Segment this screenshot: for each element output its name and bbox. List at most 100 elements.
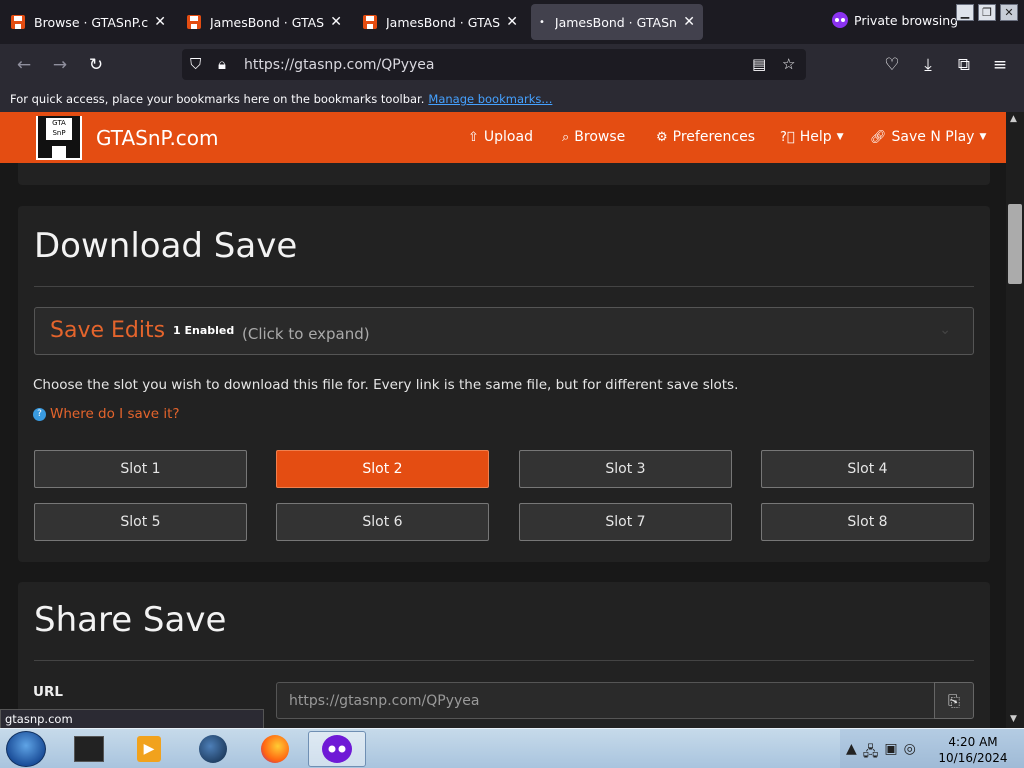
scroll-down-icon[interactable]: ▼: [1010, 714, 1017, 724]
download-save-card: Download Save Save Edits 1 Enabled (Clic…: [18, 206, 990, 562]
shield-icon[interactable]: ⛉: [190, 55, 201, 73]
tab-jamesbond-1[interactable]: JamesBond · GTASnP.c ✕: [178, 4, 350, 40]
private-label: Private browsing: [854, 12, 959, 28]
url-text[interactable]: https://gtasnp.com/QPyyea: [244, 57, 434, 73]
floppy-favicon-icon: [363, 15, 377, 29]
gear-icon: ⚙: [656, 129, 668, 145]
where-save-link[interactable]: ? Where do I save it?: [33, 406, 180, 422]
logo-text: GTA SnP: [46, 118, 72, 140]
taskbar: ▶ ▲ 🖧 ▣ ◎ 4:20 AM 10/16/2024: [0, 728, 1024, 768]
start-button-icon[interactable]: [6, 731, 46, 767]
caret-down-icon: ▼: [836, 132, 844, 142]
nav-help[interactable]: ?⃝ Help ▼: [780, 129, 844, 145]
slot-7-button[interactable]: Slot 7: [519, 503, 732, 541]
site-header: GTA SnP GTASnP.com ⇧ Upload ⌕ Browse ⚙ P…: [0, 112, 1006, 163]
downloads-icon[interactable]: ⤓: [916, 53, 940, 77]
nav-label: Browse: [574, 129, 626, 145]
floppy-favicon-icon: [187, 15, 201, 29]
volume-icon[interactable]: ◎: [904, 741, 916, 765]
screen: { "browser": { "tabs": [ {"title": "Brow…: [0, 0, 1024, 768]
save-edits-badge: 1 Enabled: [173, 324, 235, 337]
close-window-icon[interactable]: ✕: [1000, 4, 1018, 21]
show-hidden-icon[interactable]: ▲: [846, 741, 857, 765]
menu-icon[interactable]: ≡: [988, 53, 1012, 77]
link-status-bar: gtasnp.com: [0, 709, 264, 729]
site-brand[interactable]: GTASnP.com: [96, 126, 219, 150]
where-save-label: Where do I save it?: [50, 406, 180, 422]
extensions-icon[interactable]: ⧉: [952, 53, 976, 77]
slot-6-button[interactable]: Slot 6: [276, 503, 489, 541]
url-bar[interactable]: ⛉ 🔒︎ https://gtasnp.com/QPyyea ▤ ☆: [182, 49, 806, 80]
divider: [34, 286, 974, 287]
nav-browse[interactable]: ⌕ Browse: [562, 129, 625, 145]
tab-title: JamesBond · GTASnP.c: [554, 14, 677, 30]
network-icon[interactable]: 🖧: [863, 741, 879, 765]
pocket-icon[interactable]: ♡: [880, 53, 904, 77]
close-icon[interactable]: ✕: [683, 14, 695, 30]
media-player-icon[interactable]: ▶: [120, 731, 178, 767]
tab-title: JamesBond · GTASnP.c: [210, 14, 325, 30]
close-icon[interactable]: ✕: [506, 14, 518, 30]
scroll-up-icon[interactable]: ▲: [1010, 114, 1017, 124]
reader-view-icon[interactable]: ▤: [752, 55, 766, 73]
tab-jamesbond-active[interactable]: • JamesBond · GTASnP.c ✕: [531, 4, 703, 40]
upload-icon: ⇧: [468, 129, 479, 145]
slot-2-button[interactable]: Slot 2: [276, 450, 489, 488]
page-viewport: GTA SnP GTASnP.com ⇧ Upload ⌕ Browse ⚙ P…: [0, 112, 1006, 728]
slot-5-button[interactable]: Slot 5: [34, 503, 247, 541]
tray-icons: ▲ 🖧 ▣ ◎: [846, 741, 916, 765]
close-icon[interactable]: ✕: [330, 14, 342, 30]
nav-label: Help: [799, 129, 832, 145]
monitor-icon[interactable]: ▣: [884, 741, 897, 765]
restore-icon[interactable]: ❐: [978, 4, 996, 21]
reload-icon[interactable]: ↻: [84, 53, 108, 77]
forward-icon[interactable]: →: [48, 53, 72, 77]
terminal-app-icon[interactable]: [60, 731, 118, 767]
caret-down-icon: ▼: [979, 132, 987, 142]
search-icon: ⌕: [562, 129, 570, 145]
nav-save-n-play[interactable]: 🔗︎ Save N Play ▼: [870, 129, 986, 145]
copy-icon[interactable]: ⎘: [934, 682, 974, 719]
share-url-field[interactable]: https://gtasnp.com/QPyyea: [276, 682, 935, 719]
globe-app-icon[interactable]: [184, 731, 242, 767]
bookmarks-hint: For quick access, place your bookmarks h…: [10, 92, 425, 106]
nav-upload[interactable]: ⇧ Upload: [468, 129, 533, 145]
slot-3-button[interactable]: Slot 3: [519, 450, 732, 488]
nav-preferences[interactable]: ⚙ Preferences: [656, 129, 755, 145]
lock-icon[interactable]: 🔒︎: [218, 55, 226, 73]
slot-1-button[interactable]: Slot 1: [34, 450, 247, 488]
slot-4-button[interactable]: Slot 4: [761, 450, 974, 488]
floppy-favicon-icon: [11, 15, 25, 29]
chevron-down-icon: ⌄: [939, 322, 951, 338]
page-scrollbar[interactable]: ▲ ▼: [1006, 112, 1024, 728]
question-icon: ?⃝: [780, 129, 795, 145]
link-icon: 🔗︎: [870, 129, 887, 145]
scroll-thumb[interactable]: [1008, 204, 1022, 284]
site-logo[interactable]: GTA SnP: [36, 116, 82, 160]
loading-dot-icon: •: [539, 16, 545, 28]
manage-bookmarks-link[interactable]: Manage bookmarks...: [428, 92, 552, 106]
nav-label: Preferences: [672, 129, 755, 145]
tab-strip: Browse · GTASnP.com ✕ JamesBond · GTASnP…: [0, 0, 1024, 44]
save-edits-title: Save Edits: [50, 318, 166, 343]
slot-instruction: Choose the slot you wish to download thi…: [33, 377, 739, 393]
firefox-private-icon[interactable]: [308, 731, 366, 767]
clock[interactable]: 4:20 AM 10/16/2024: [936, 734, 1010, 766]
minimize-icon[interactable]: ▁: [956, 4, 974, 21]
bookmarks-toolbar: For quick access, place your bookmarks h…: [0, 86, 1024, 112]
tab-jamesbond-2[interactable]: JamesBond · GTASnP.c ✕: [354, 4, 526, 40]
firefox-icon[interactable]: [246, 731, 304, 767]
close-icon[interactable]: ✕: [154, 14, 166, 30]
previous-card: [18, 163, 990, 185]
tab-title: JamesBond · GTASnP.c: [386, 14, 501, 30]
save-edits-panel[interactable]: Save Edits 1 Enabled (Click to expand) ⌄: [34, 307, 974, 355]
tab-title: Browse · GTASnP.com: [34, 14, 149, 30]
nav-label: Upload: [483, 129, 533, 145]
share-save-heading: Share Save: [34, 600, 227, 640]
share-save-card: Share Save URL https://gtasnp.com/QPyyea…: [18, 582, 990, 728]
tab-browse[interactable]: Browse · GTASnP.com ✕: [2, 4, 174, 40]
slot-8-button[interactable]: Slot 8: [761, 503, 974, 541]
save-edits-hint: (Click to expand): [242, 325, 370, 343]
bookmark-star-icon[interactable]: ☆: [782, 55, 795, 73]
back-icon[interactable]: ←: [12, 53, 36, 77]
